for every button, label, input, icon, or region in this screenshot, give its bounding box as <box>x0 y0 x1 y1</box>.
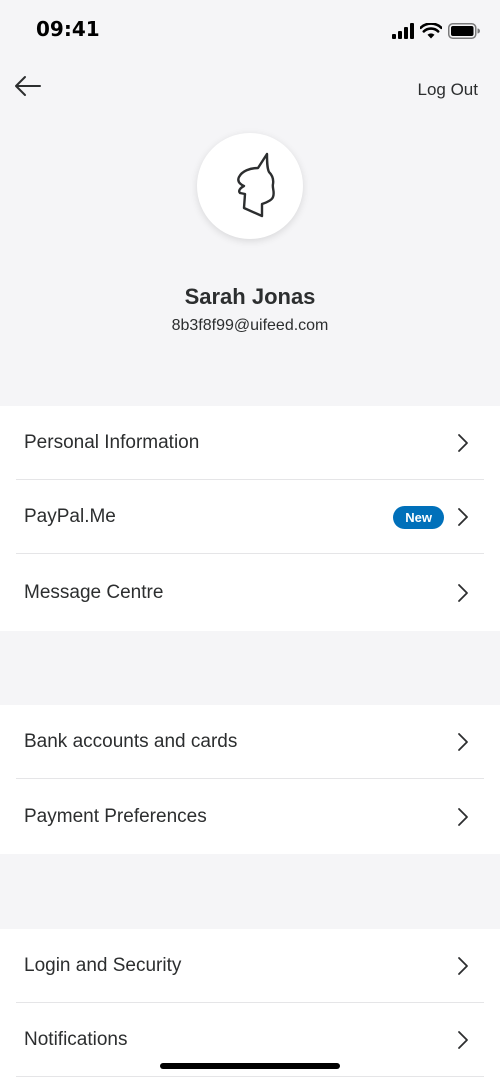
battery-icon <box>448 23 480 39</box>
chevron-right-icon <box>456 732 470 752</box>
menu-item-label: Message Centre <box>24 581 164 603</box>
menu-item-login-and-security[interactable]: Login and Security <box>0 929 500 1003</box>
profile-screen: 09:41 Log Out Sarah Jonas 8b3f8f99@uifee… <box>0 0 500 1080</box>
chevron-right-icon <box>456 1030 470 1050</box>
back-button[interactable] <box>12 72 44 100</box>
menu-group-payments: Bank accounts and cards Payment Preferen… <box>0 705 500 854</box>
home-indicator[interactable] <box>160 1063 340 1069</box>
menu-group-security: Login and Security Notifications <box>0 929 500 1080</box>
menu-group-account: Personal Information PayPal.Me New Messa… <box>0 406 500 631</box>
chevron-right-icon <box>456 807 470 827</box>
menu-item-payment-preferences[interactable]: Payment Preferences <box>0 779 500 854</box>
status-time: 09:41 <box>36 17 100 41</box>
menu-item-label: PayPal.Me <box>24 506 116 527</box>
menu-item-label: Bank accounts and cards <box>24 731 238 752</box>
profile-email: 8b3f8f99@uifeed.com <box>171 317 329 334</box>
menu-item-paypal-me[interactable]: PayPal.Me New <box>0 480 500 554</box>
avatar[interactable] <box>197 133 303 239</box>
menu-item-message-centre[interactable]: Message Centre <box>0 554 500 631</box>
status-icons <box>392 20 480 42</box>
menu-item-personal-information[interactable]: Personal Information <box>0 406 500 480</box>
cellular-signal-icon <box>392 23 414 39</box>
menu-item-label: Notifications <box>24 1029 128 1050</box>
menu-item-label: Login and Security <box>24 955 182 976</box>
menu-item-bank-accounts-and-cards[interactable]: Bank accounts and cards <box>0 705 500 779</box>
divider <box>16 1076 484 1077</box>
status-bar: 09:41 <box>0 0 500 60</box>
menu-item-label: Personal Information <box>24 432 200 453</box>
chevron-right-icon <box>456 507 470 527</box>
chevron-right-icon <box>456 583 470 603</box>
menu-item-label: Payment Preferences <box>24 805 207 827</box>
logout-button[interactable]: Log Out <box>418 80 479 100</box>
chevron-right-icon <box>456 433 470 453</box>
chevron-right-icon <box>456 956 470 976</box>
new-badge: New <box>393 505 444 529</box>
profile-name: Sarah Jonas <box>184 284 316 309</box>
arrow-left-icon <box>15 76 41 96</box>
profile-silhouette-icon <box>237 152 275 218</box>
wifi-icon <box>420 23 442 39</box>
